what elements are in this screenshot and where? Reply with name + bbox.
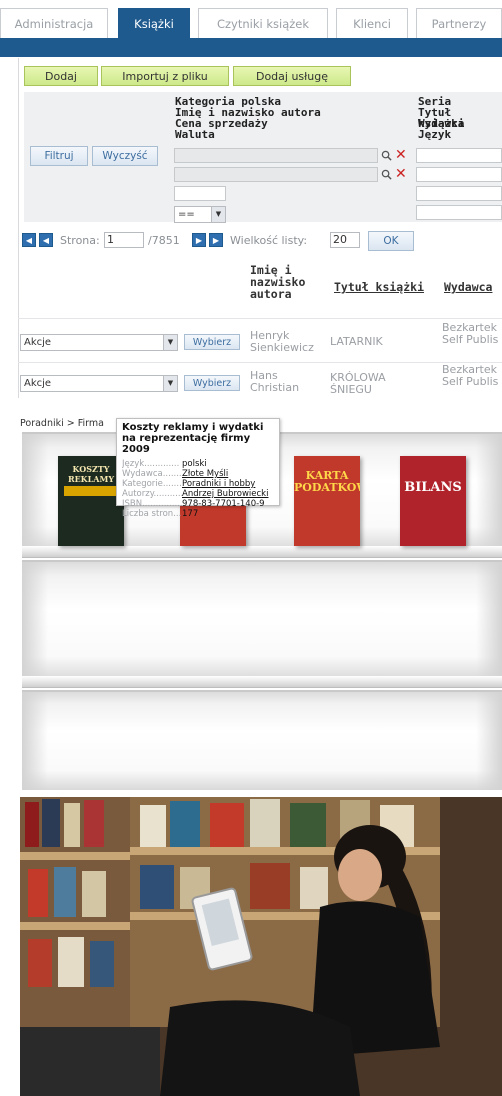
choose-button[interactable]: Wybierz [184,334,240,350]
table [20,1027,160,1096]
tooltip-title: Koszty reklamy i wydatki na reprezentacj… [122,422,264,455]
row-action-label: Akcje [24,378,52,389]
row-publisher: Bezkartek Self Publis [442,322,499,346]
row-author: Henryk Sienkiewicz [250,329,314,354]
tooltip-row: ISBN............... 978-83-7701-140-9 [122,499,274,509]
tooltip-link[interactable]: Złote Myśli [182,469,228,479]
tab-ksiazki[interactable]: Książki [118,8,190,38]
shelf-plank [22,676,502,688]
book-cover[interactable]: KOSZTY REKLAMY [58,456,124,546]
page-size-input[interactable]: 20 [330,232,360,248]
add-button[interactable]: Dodaj [24,66,98,86]
tooltip-key: Język............. [122,459,180,469]
row-publisher: Bezkartek Self Publis [442,364,499,388]
total-pages: /7851 [148,234,180,247]
tab-klienci[interactable]: Klienci [336,8,408,38]
tab-underline [0,38,502,57]
series-input[interactable] [416,148,502,163]
tooltip-key: Kategorie.......... [122,479,182,489]
tab-bar: Administracja Książki Czytniki książek K… [0,8,502,38]
clear-button[interactable]: Wyczyść [92,146,158,166]
author-input[interactable] [174,167,378,182]
face [338,849,382,901]
book-title: BILANS [404,480,462,495]
ok-button[interactable]: OK [368,231,414,251]
row-title: LATARNIK [330,335,383,348]
row-action-select[interactable]: Akcje ▼ [20,334,178,351]
tooltip-link[interactable]: Poradniki i hobby [182,479,255,489]
page-size-label: Wielkość listy: [230,234,308,247]
tab-administracja[interactable]: Administracja [0,8,108,38]
row-action-select[interactable]: Akcje ▼ [20,375,178,392]
book-cover[interactable]: BILANS [400,456,466,546]
chevron-down-icon: ▼ [211,207,225,222]
row-title: KRÓLOWA ŚNIEGU [330,371,386,396]
clear-category-icon[interactable]: ✕ [395,148,407,162]
operator-value: == [178,209,195,220]
bookshelf-panel: Poradniki > Firma KOSZTY REKLAMY KARTA P… [0,400,502,797]
search-icon[interactable] [381,150,392,161]
last-page-icon[interactable]: ▶ [209,233,223,247]
search-icon[interactable] [381,169,392,180]
tooltip-key: ISBN............... [122,499,182,509]
tooltip-link[interactable]: Andrzej Bubrowiecki [182,489,268,499]
tooltip-value: 177 [182,509,199,519]
price-input[interactable] [174,186,226,201]
reader-photo [20,797,502,1096]
language-input[interactable] [416,205,502,220]
book-tooltip: Koszty reklamy i wydatki na reprezentacj… [116,418,280,519]
column-author[interactable]: Imię i nazwisko autora [250,264,320,300]
next-page-icon[interactable]: ▶ [192,233,206,247]
photo-reader [20,797,502,1096]
column-publisher[interactable]: Wydawca [444,281,492,293]
shelf-3 [22,690,502,790]
tooltip-row: Język............. polski [122,459,274,469]
filter-label-language: Język [418,128,452,141]
tooltip-row: Kategorie..........Poradniki i hobby [122,479,274,489]
import-button[interactable]: Importuj z pliku [101,66,229,86]
choose-button[interactable]: Wybierz [184,375,240,391]
chevron-down-icon: ▼ [163,335,177,350]
title-input[interactable] [416,167,502,182]
shelf-plank [22,546,502,558]
tooltip-row: Autorzy........... Andrzej Bubrowiecki [122,489,274,499]
row-author: Hans Christian [250,369,300,394]
tooltip-key: Liczba stron.... [122,509,182,519]
clear-author-icon[interactable]: ✕ [395,167,407,181]
tooltip-value: 978-83-7701-140-9 [182,499,265,509]
tooltip-key: Autorzy........... [122,489,182,499]
prev-page-icon[interactable]: ◀ [39,233,53,247]
book-title: KARTA PODATKOWA [294,469,360,494]
page-label: Strona: [60,234,100,247]
admin-panel: Administracja Książki Czytniki książek K… [0,0,502,400]
publisher-input[interactable] [416,186,502,201]
tooltip-value: polski [182,459,207,469]
tab-czytniki[interactable]: Czytniki książek [198,8,328,38]
breadcrumb[interactable]: Poradniki > Firma [20,418,104,429]
category-input[interactable] [174,148,378,163]
column-title[interactable]: Tytuł książki [334,281,424,293]
tooltip-row: Liczba stron.... 177 [122,509,274,519]
row-divider [18,362,502,363]
pager: ◀ ◀ Strona: 1 /7851 ▶ ▶ Wielkość listy: … [18,230,502,252]
shelf-2 [22,560,502,680]
book-title: KOSZTY REKLAMY [67,464,115,484]
filter-button[interactable]: Filtruj [30,146,88,166]
row-divider [18,318,502,319]
row-action-label: Akcje [24,337,52,348]
currency-operator-select[interactable]: == ▼ [174,206,226,223]
tooltip-key: Wydawca......... [122,469,182,479]
page-input[interactable]: 1 [104,232,144,248]
add-service-button[interactable]: Dodaj usługę [233,66,351,86]
first-page-icon[interactable]: ◀ [22,233,36,247]
tab-partnerzy[interactable]: Partnerzy [416,8,502,38]
tooltip-row: Wydawca......... Złote Myśli [122,469,274,479]
book-band [64,486,118,496]
book-cover[interactable]: KARTA PODATKOWA [294,456,360,546]
chevron-down-icon: ▼ [163,376,177,391]
filter-label-currency: Waluta [175,128,215,141]
